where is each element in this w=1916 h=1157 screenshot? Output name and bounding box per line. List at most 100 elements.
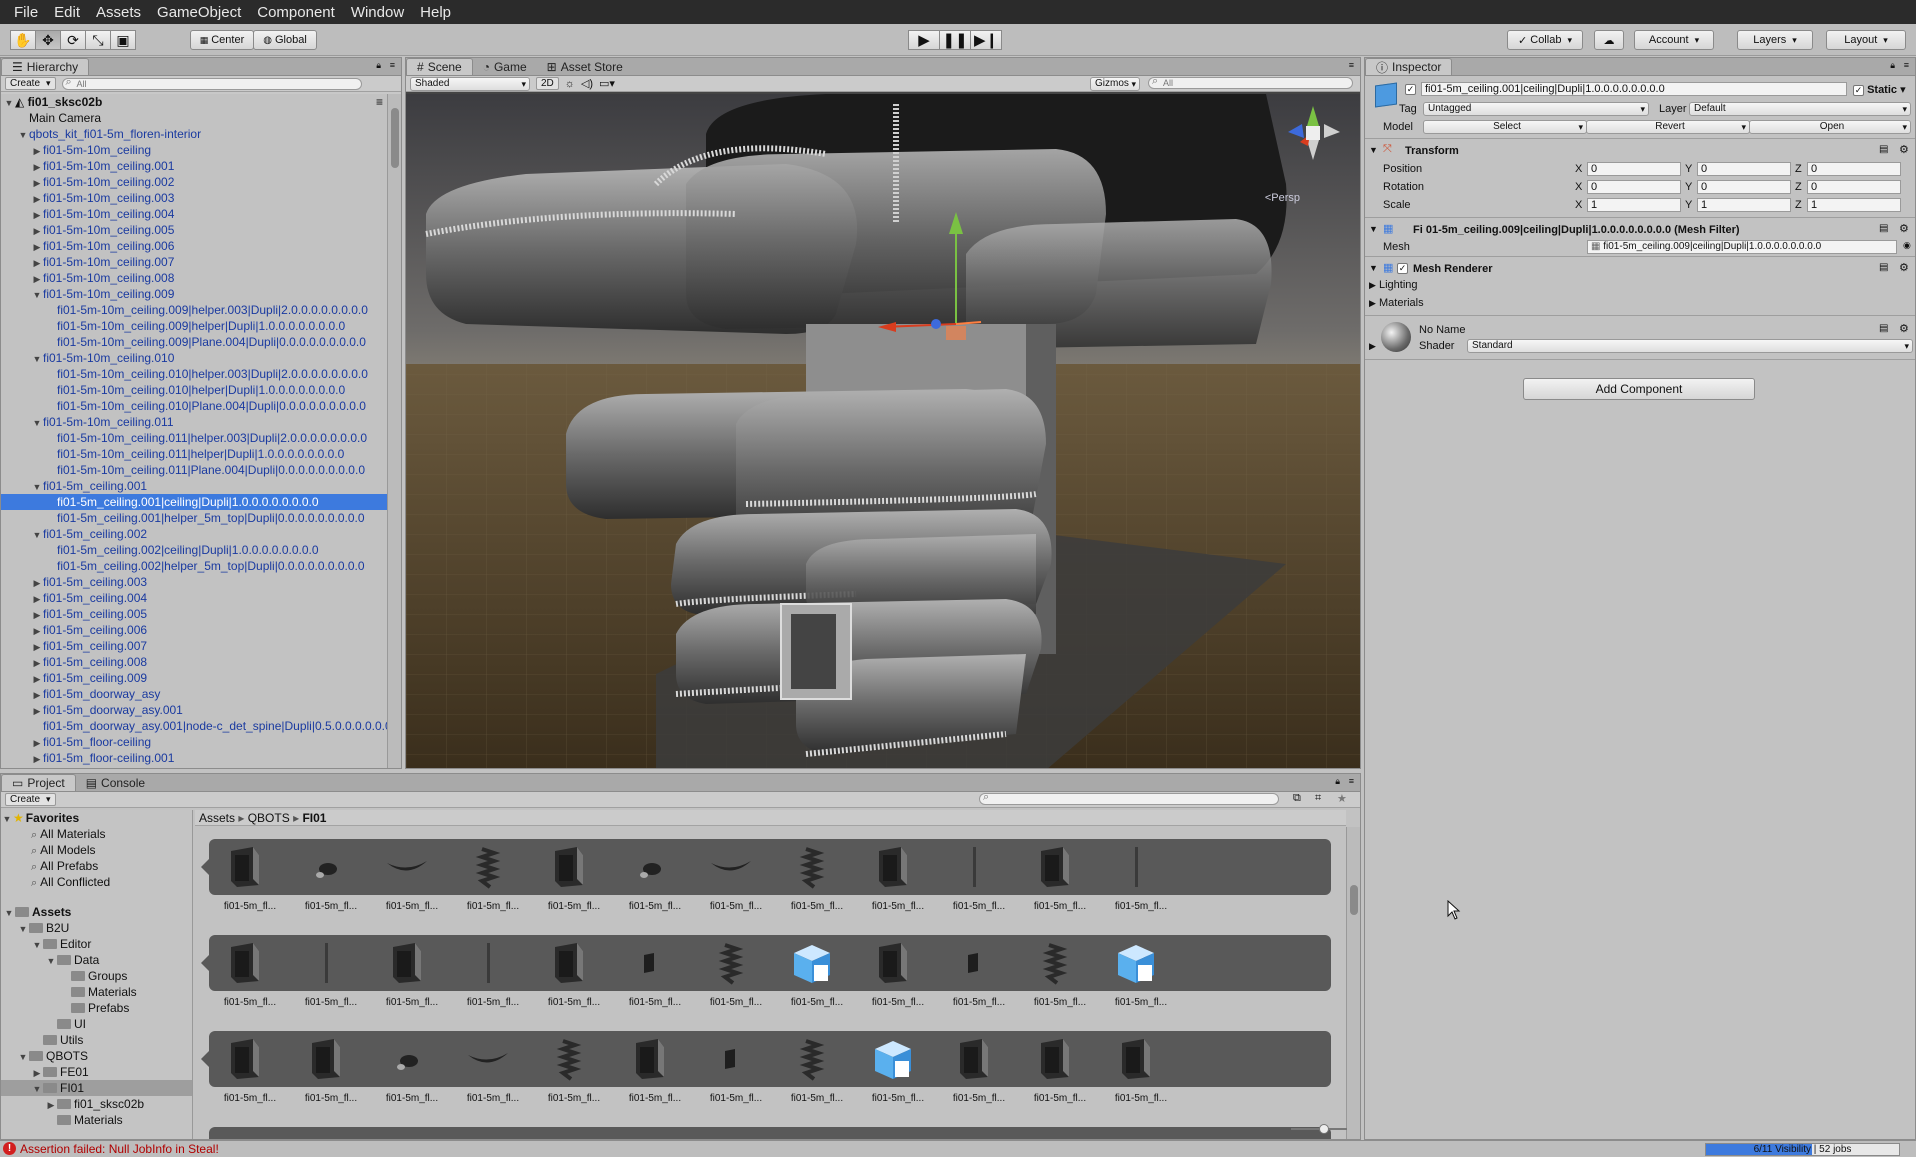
effects-dropdown-icon[interactable]: ▭▾ [599,77,615,90]
collapse-arrow-icon[interactable]: ▶ [31,175,43,191]
transform-scale-z-field[interactable]: 1 [1807,198,1901,212]
axis-y-label[interactable]: Y [1685,181,1692,193]
rect-tool-icon[interactable]: ▣ [110,30,136,50]
project-folder-row[interactable]: ▶ FE01 [1,1064,192,1080]
asset-sweep-thumbnail-icon[interactable] [709,845,753,889]
lighting-foldout[interactable]: Lighting [1379,279,1418,291]
asset-label[interactable]: fi01-5m_fl... [620,901,690,912]
layer-dropdown[interactable]: Default [1689,102,1911,116]
asset-bit-thumbnail-icon[interactable] [628,941,672,985]
expand-arrow-icon[interactable]: ▼ [3,95,15,111]
hierarchy-row[interactable]: ▼ fi01-5m-10m_ceiling.010 [1,350,387,366]
asset-label[interactable]: fi01-5m_fl... [701,1093,771,1104]
asset-cube-thumbnail-icon[interactable] [790,941,834,985]
panel-menu-icon[interactable]: ≡ [390,60,395,70]
asset-label[interactable]: fi01-5m_fl... [863,997,933,1008]
expand-arrow-icon[interactable]: ▼ [17,1049,29,1065]
hierarchy-row[interactable]: ▼ qbots_kit_fi01-5m_floren-interior [1,126,387,142]
asset-door-thumbnail-icon[interactable] [1033,845,1077,889]
scale-tool-icon[interactable]: ⤡ [85,30,111,50]
project-folder-row[interactable]: Prefabs [1,1000,192,1016]
model-select-button[interactable]: Select [1423,120,1587,134]
asset-door-thumbnail-icon[interactable] [223,845,267,889]
asset-door-thumbnail-icon[interactable] [547,941,591,985]
favorite-item[interactable]: ⌕ All Prefabs [1,858,192,874]
shader-foldout-icon[interactable]: ▶ [1369,341,1376,352]
persp-label[interactable]: <Persp [1265,192,1300,204]
hierarchy-row[interactable]: fi01-5m-10m_ceiling.011|helper.003|Dupli… [1,430,387,446]
collapse-arrow-icon[interactable]: ▶ [31,255,43,271]
tab-project[interactable]: ▭ Project [1,774,76,791]
breadcrumb-item[interactable]: FI01 [302,811,326,825]
favorite-item[interactable]: ⌕ All Models [1,842,192,858]
axis-z-label[interactable]: Z [1795,199,1802,211]
collab-dropdown[interactable]: ✓ Collab [1507,30,1583,50]
hierarchy-row[interactable]: fi01-5m-10m_ceiling.010|helper.003|Dupli… [1,366,387,382]
asset-label[interactable]: fi01-5m_fl... [1025,1093,1095,1104]
scene-root-row[interactable]: ▼ ◭ fi01_sksc02b ≡ [1,94,387,110]
cloud-button-icon[interactable]: ☁ [1594,30,1624,50]
project-folder-row[interactable]: Materials [1,1112,192,1128]
asset-label[interactable]: fi01-5m_fl... [944,1093,1014,1104]
axis-x-label[interactable]: X [1575,163,1582,175]
hierarchy-row[interactable]: fi01-5m_ceiling.001|ceiling|Dupli|1.0.0.… [1,494,387,510]
hierarchy-row[interactable]: ▶ fi01-5m_ceiling.008 [1,654,387,670]
gear-icon[interactable]: ⚙ [1899,322,1909,335]
transform-scale-y-field[interactable]: 1 [1697,198,1791,212]
asset-cube-thumbnail-icon[interactable] [1114,941,1158,985]
transform-position-z-field[interactable]: 0 [1807,162,1901,176]
gameobject-name-field[interactable]: fi01-5m_ceiling.001|ceiling|Dupli|1.0.0.… [1421,82,1847,96]
collapse-arrow-icon[interactable]: ▶ [31,223,43,239]
transform-position-y-field[interactable]: 0 [1697,162,1791,176]
meshrenderer-foldout-icon[interactable]: ▼ [1369,263,1378,273]
scene-menu-icon[interactable]: ≡ [376,94,383,110]
asset-sweep-thumbnail-icon[interactable] [466,1037,510,1081]
hierarchy-row[interactable]: ▶ fi01-5m_doorway_asy.001 [1,702,387,718]
background-progress[interactable]: 6/11 Visibility | 52 jobs [1705,1143,1900,1156]
asset-bolt-thumbnail-icon[interactable] [385,1037,429,1081]
chevron-down-icon[interactable]: ▾ [1900,84,1906,96]
tab-console[interactable]: ▤ Console [76,774,155,791]
asset-label[interactable]: fi01-5m_fl... [944,901,1014,912]
gear-icon[interactable]: ⚙ [1899,143,1909,156]
expand-arrow-icon[interactable]: ▼ [31,527,43,543]
collapse-arrow-icon[interactable]: ▶ [31,1065,43,1081]
static-checkbox[interactable]: ✓ [1853,84,1864,96]
lighting-toggle-icon[interactable]: ☼ [565,78,575,90]
asset-label[interactable]: fi01-5m_fl... [215,901,285,912]
transform-rotation-y-field[interactable]: 0 [1697,180,1791,194]
asset-scroll-thumb[interactable] [1350,885,1358,915]
expand-arrow-icon[interactable]: ▼ [31,287,43,303]
asset-label[interactable]: fi01-5m_fl... [782,901,852,912]
expand-arrow-icon[interactable]: ▼ [31,415,43,431]
status-message[interactable]: Assertion failed: Null JobInfo in Steal! [20,1142,219,1156]
asset-sweep-thumbnail-icon[interactable] [385,845,429,889]
hierarchy-row[interactable]: ▼ fi01-5m-10m_ceiling.011 [1,414,387,430]
scene-search-input[interactable]: All [1148,76,1353,89]
project-folder-row[interactable]: ▼ QBOTS [1,1048,192,1064]
project-folder-row[interactable]: ▼ B2U [1,920,192,936]
project-folder-row[interactable]: ▼ FI01 [1,1080,192,1096]
hierarchy-row[interactable]: fi01-5m-10m_ceiling.009|helper|Dupli|1.0… [1,318,387,334]
expand-arrow-icon[interactable]: ▼ [31,937,43,953]
gizmo-plane-handle[interactable] [946,326,966,340]
asset-label[interactable]: fi01-5m_fl... [296,997,366,1008]
project-folder-row[interactable]: UI [1,1016,192,1032]
hierarchy-scroll-thumb[interactable] [391,108,399,168]
hierarchy-search-input[interactable]: All [61,77,362,90]
asset-door-thumbnail-icon[interactable] [304,1037,348,1081]
asset-label[interactable]: fi01-5m_fl... [215,997,285,1008]
asset-label[interactable]: fi01-5m_fl... [296,1093,366,1104]
hierarchy-row[interactable]: ▼ fi01-5m_ceiling.001 [1,478,387,494]
hierarchy-row[interactable]: fi01-5m-10m_ceiling.010|Plane.004|Dupli|… [1,398,387,414]
hierarchy-row[interactable]: fi01-5m_ceiling.001|helper_5m_top|Dupli|… [1,510,387,526]
collapse-arrow-icon[interactable]: ▶ [31,143,43,159]
hierarchy-row[interactable]: ▶ fi01-5m_ceiling.004 [1,590,387,606]
asset-label[interactable]: fi01-5m_fl... [701,901,771,912]
expand-arrow-icon[interactable]: ▼ [3,905,15,921]
filter-by-label-icon[interactable]: ⌗ [1315,792,1321,805]
hierarchy-row[interactable]: ▶ fi01-5m-10m_ceiling.001 [1,158,387,174]
hierarchy-row[interactable]: ▶ fi01-5m_floor-ceiling [1,734,387,750]
asset-label[interactable]: fi01-5m_fl... [620,997,690,1008]
audio-toggle-icon[interactable]: ◁) [581,77,593,90]
